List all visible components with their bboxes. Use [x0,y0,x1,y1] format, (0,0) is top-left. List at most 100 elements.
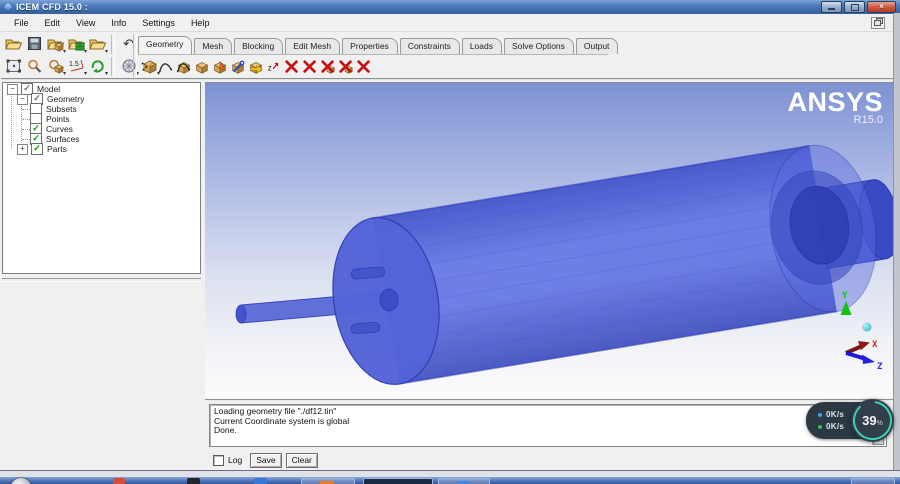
open-mesh-button[interactable]: ▾ [66,34,87,55]
screen: z 1.5 ICEM CFD 15.0 : × [0,0,900,484]
delete-curve-button[interactable] [301,57,318,76]
dimension-icon [68,58,86,74]
memory-gauge[interactable]: 39% [851,399,894,442]
gauge-arc-icon [853,401,892,441]
tab-output[interactable]: Output [575,38,619,54]
create-curve-button[interactable] [157,57,174,76]
refresh-button[interactable]: ▾ [87,56,108,77]
upload-speed: 0K/s [826,410,845,419]
restore-dormant-icon [248,59,264,75]
tree-item-label: Points [46,114,70,124]
tree-item-label: Subsets [46,104,77,114]
open-mesh-icon [68,36,86,52]
window-right-border [893,13,900,470]
z-tolerance-button[interactable] [265,57,282,76]
restore-icon-front [874,19,881,26]
delete-point-button[interactable] [283,57,300,76]
fit-window-icon [5,58,23,74]
save-button[interactable]: Save [250,453,282,468]
tab-mesh[interactable]: Mesh [194,38,233,54]
menubar: File Edit View Info Settings Help [1,14,893,32]
menu-edit[interactable]: Edit [37,16,69,30]
taskbar-icon-red[interactable] [113,478,125,484]
window-controls: × [821,1,896,13]
log-checkbox[interactable] [213,454,224,466]
upload-dot-icon [818,412,822,417]
taskbar-app-window[interactable] [363,478,433,484]
measure-icon [47,58,65,74]
taskbar[interactable] [0,477,900,484]
mdi-restore-button[interactable] [871,16,885,29]
taskbar-app-active[interactable] [301,478,355,484]
x-axis-label: X [872,340,878,350]
cylinder-model[interactable] [205,83,893,398]
net-speed-widget[interactable]: 0K/s 0K/s 39% [806,399,894,444]
z-axis-label: Z [877,362,883,372]
menu-file[interactable]: File [6,16,37,30]
delete-any-button[interactable] [355,57,372,76]
system-tray[interactable] [851,478,895,484]
open-attributes-button[interactable]: ▾ [87,34,108,55]
tree-item-geometry[interactable]: − ✓ Geometry [17,93,85,105]
repair-geometry-button[interactable] [211,57,228,76]
tab-solve-options[interactable]: Solve Options [503,38,574,54]
message-panel: Loading geometry file "./df12.tin" Curre… [205,399,893,470]
start-orb[interactable] [10,478,32,484]
taskbar-icon-dark[interactable] [187,478,200,484]
menu-view[interactable]: View [68,16,103,30]
titlebar[interactable]: ICEM CFD 15.0 : × [0,0,900,14]
taskbar-app-blue[interactable] [438,478,490,484]
tree-connector [11,93,12,149]
measure-button[interactable]: ▾ [45,56,66,77]
open-geometry-button[interactable]: ▾ [45,34,66,55]
maximize-icon [850,3,859,11]
parts-checkbox[interactable]: ✓ [31,143,43,155]
tab-properties[interactable]: Properties [342,38,398,54]
refresh-icon [89,58,107,74]
origin-sphere-icon [862,322,872,332]
delete-body-button[interactable] [337,57,354,76]
save-project-button[interactable] [24,34,45,54]
message-log-box[interactable]: Loading geometry file "./df12.tin" Curre… [209,404,887,447]
local-coords-button[interactable]: ▾ [66,56,87,77]
menu-info[interactable]: Info [103,16,134,30]
open-project-button[interactable] [3,34,24,54]
tree-item-parts[interactable]: + ✓ Parts [17,143,67,155]
restore-dormant-button[interactable] [247,57,264,76]
zoom-button[interactable] [24,56,45,76]
transform-geometry-button[interactable] [229,57,246,76]
maximize-button[interactable] [844,1,865,13]
create-point-button[interactable] [139,57,156,76]
viewport-3d[interactable]: ANSYS R15.0 Y X Z [205,82,893,398]
transform-geometry-icon [230,59,246,75]
tab-loads[interactable]: Loads [461,38,502,54]
tab-edit-mesh[interactable]: Edit Mesh [285,38,341,54]
expand-expander-icon[interactable]: + [17,143,28,155]
delete-surface-button[interactable] [319,57,336,76]
download-speed: 0K/s [826,422,845,431]
clear-button[interactable]: Clear [285,453,318,468]
create-surface-icon [176,59,192,75]
tab-geometry[interactable]: Geometry [138,36,193,54]
open-attributes-icon [89,36,107,52]
rod-face-ellipse [379,288,399,312]
tab-blocking[interactable]: Blocking [234,38,284,54]
close-button[interactable]: × [867,1,896,13]
collapse-expander-icon[interactable]: − [17,93,28,105]
create-body-button[interactable] [193,57,210,76]
menu-help[interactable]: Help [183,16,218,30]
tree-connector [22,139,30,140]
tree-item-label: Geometry [47,94,85,104]
minimize-button[interactable] [821,1,842,13]
fit-window-button[interactable] [3,56,24,76]
delete-point-icon [284,59,300,75]
tree-item-label: Parts [47,144,67,154]
tab-constraints[interactable]: Constraints [399,38,460,54]
tree-connector [22,109,30,110]
open-geometry-icon [47,36,65,52]
tree-item-label: Curves [46,124,73,134]
menu-settings[interactable]: Settings [134,16,183,30]
model-tree-panel[interactable]: − ✓ Model − ✓ Geometry ✓ Subsets ✓ Point… [2,82,201,274]
create-surface-button[interactable] [175,57,192,76]
taskbar-icon-blue[interactable] [254,478,267,484]
